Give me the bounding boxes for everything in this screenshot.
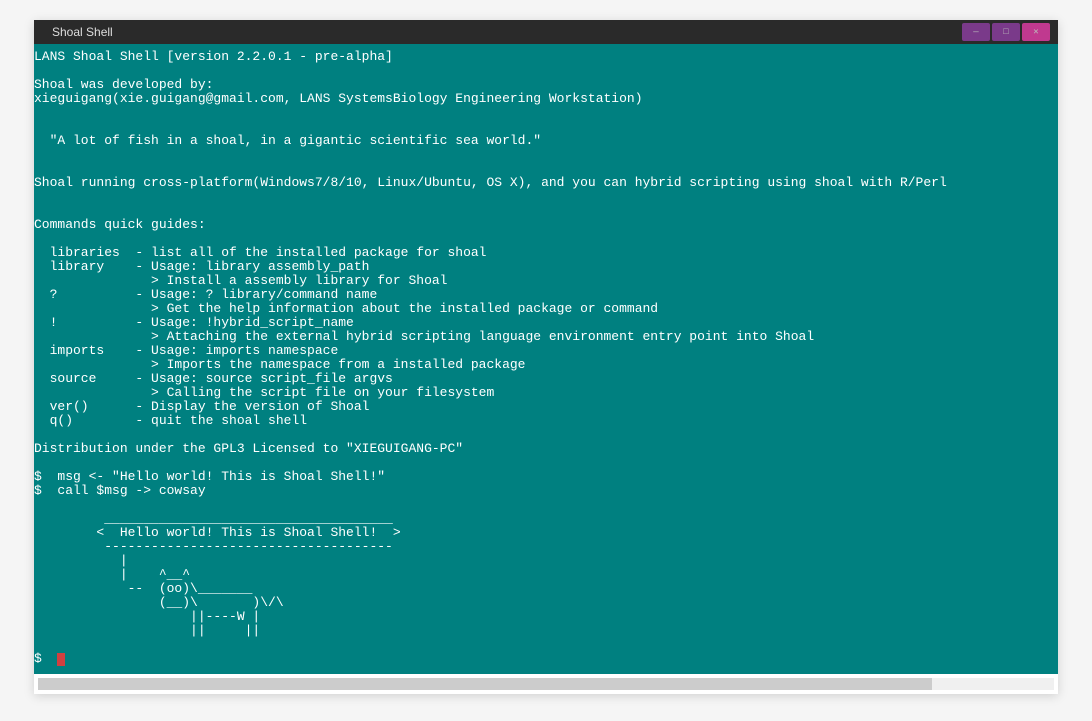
cmd-line: ! - Usage: !hybrid_script_name xyxy=(34,315,354,330)
window-controls: — □ ✕ xyxy=(962,23,1050,41)
cmd-line: > Imports the namespace from a installed… xyxy=(34,357,525,372)
cowsay-line: -- (oo)\_______ xyxy=(34,581,252,596)
cowsay-line: < Hello world! This is Shoal Shell! > xyxy=(34,525,401,540)
dev-line: xieguigang(xie.guigang@gmail.com, LANS S… xyxy=(34,91,643,106)
terminal-output[interactable]: LANS Shoal Shell [version 2.2.0.1 - pre-… xyxy=(34,44,1058,674)
scrollbar-thumb[interactable] xyxy=(38,678,932,690)
cowsay-line: ------------------------------------- xyxy=(34,539,393,554)
platform-line: Shoal running cross-platform(Windows7/8/… xyxy=(34,175,947,190)
dist-line: Distribution under the GPL3 Licensed to … xyxy=(34,441,463,456)
prompt-line: $ xyxy=(34,651,57,666)
cmd-line: > Install a assembly library for Shoal xyxy=(34,273,447,288)
cowsay-line: | xyxy=(34,553,128,568)
cowsay-line: ||----W | xyxy=(34,609,260,624)
cowsay-line: (__)\ )\/\ xyxy=(34,595,284,610)
quote-line: "A lot of fish in a shoal, in a gigantic… xyxy=(34,133,541,148)
cmd-line: source - Usage: source script_file argvs xyxy=(34,371,393,386)
app-window: Shoal Shell — □ ✕ LANS Shoal Shell [vers… xyxy=(34,20,1058,694)
cmd-line: imports - Usage: imports namespace xyxy=(34,343,338,358)
cmd-line: q() - quit the shoal shell xyxy=(34,413,307,428)
cmd-line: ? - Usage: ? library/command name xyxy=(34,287,377,302)
cursor xyxy=(57,653,65,666)
cmd-line: > Attaching the external hybrid scriptin… xyxy=(34,329,814,344)
horizontal-scrollbar[interactable] xyxy=(38,678,1054,690)
cowsay-line: || || xyxy=(34,623,260,638)
maximize-button[interactable]: □ xyxy=(992,23,1020,41)
cmd-line: libraries - list all of the installed pa… xyxy=(34,245,486,260)
dev-line: Shoal was developed by: xyxy=(34,77,213,92)
close-button[interactable]: ✕ xyxy=(1022,23,1050,41)
banner-line: LANS Shoal Shell [version 2.2.0.1 - pre-… xyxy=(34,49,393,64)
prompt-line: $ call $msg -> cowsay xyxy=(34,483,206,498)
window-title: Shoal Shell xyxy=(52,25,113,39)
titlebar[interactable]: Shoal Shell — □ ✕ xyxy=(34,20,1058,44)
cowsay-line: | ^__^ xyxy=(34,567,190,582)
cmd-line: > Calling the script file on your filesy… xyxy=(34,385,494,400)
minimize-button[interactable]: — xyxy=(962,23,990,41)
cmd-line: ver() - Display the version of Shoal xyxy=(34,399,369,414)
cmd-line: > Get the help information about the ins… xyxy=(34,301,658,316)
guides-header: Commands quick guides: xyxy=(34,217,206,232)
prompt-line: $ msg <- "Hello world! This is Shoal She… xyxy=(34,469,385,484)
cowsay-line: _____________________________________ xyxy=(34,511,393,526)
cmd-line: library - Usage: library assembly_path xyxy=(34,259,369,274)
